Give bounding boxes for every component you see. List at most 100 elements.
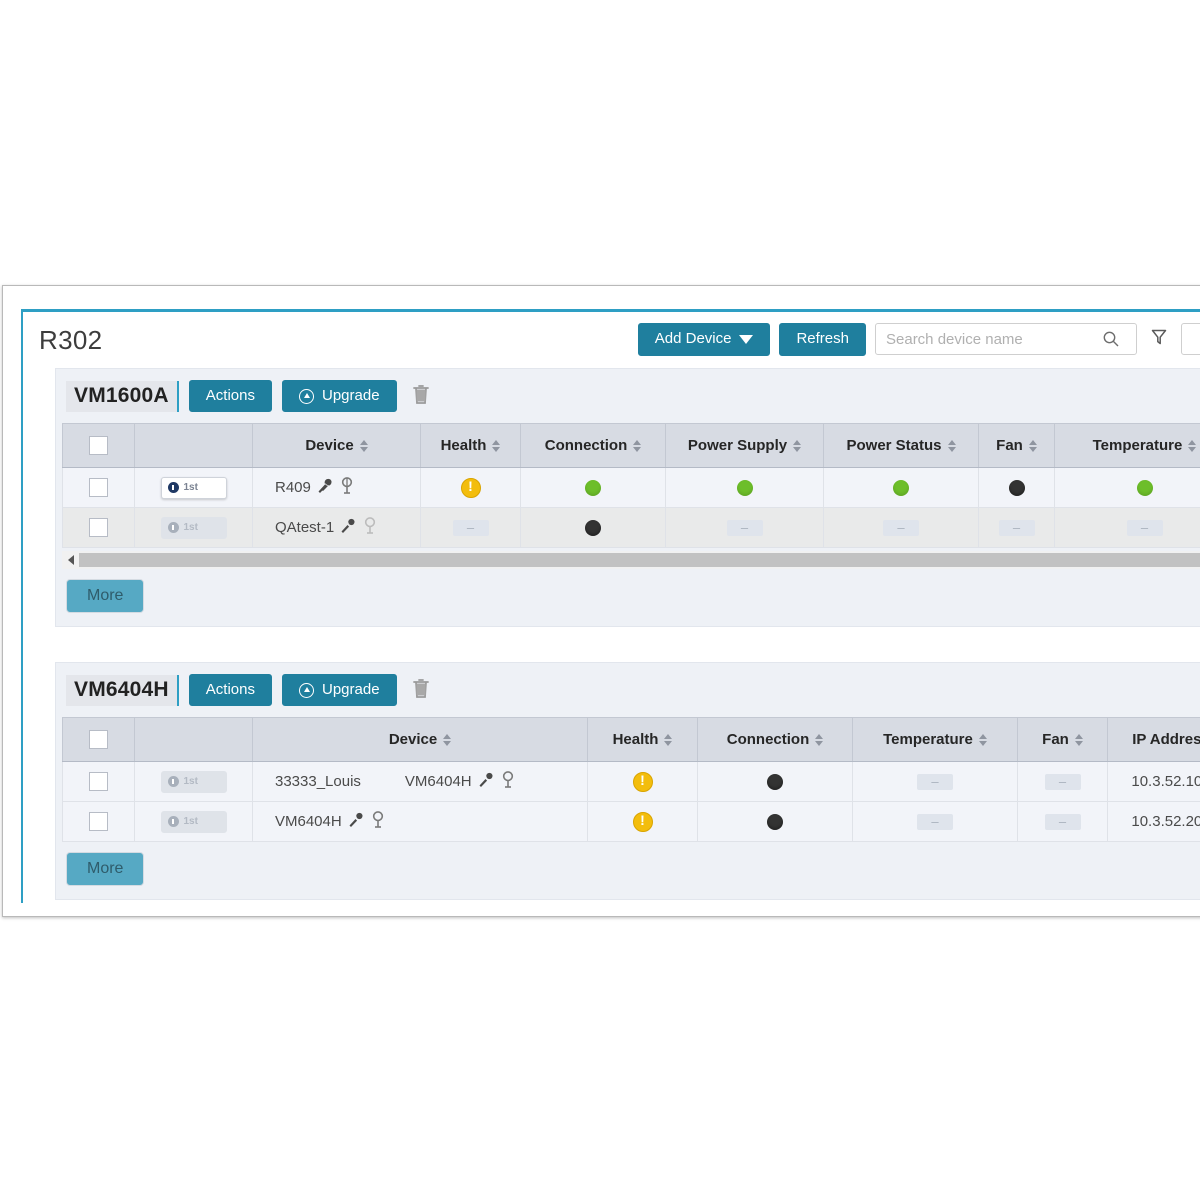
wrench-icon[interactable] <box>348 811 365 832</box>
health-cell: – <box>420 507 521 548</box>
port-badge[interactable]: 1st <box>160 476 227 499</box>
sort-arrows-icon[interactable] <box>947 439 956 452</box>
select-all-header[interactable] <box>62 423 135 468</box>
device-name-cell[interactable]: R409 <box>252 467 421 508</box>
port-badge-label: 1st <box>183 522 198 533</box>
column-header-connection[interactable]: Connection <box>520 423 666 468</box>
scroll-left-arrow-icon[interactable] <box>62 551 79 569</box>
toolbar-overflow-box[interactable] <box>1181 323 1200 356</box>
actions-button[interactable]: Actions <box>188 379 272 413</box>
sort-arrows-icon[interactable] <box>815 733 824 746</box>
more-button[interactable]: More <box>66 579 145 613</box>
network-tree-icon[interactable] <box>501 771 515 792</box>
column-header-temperature[interactable]: Temperature <box>852 717 1018 762</box>
device-cell-inner: R409 <box>261 477 412 498</box>
device-name-cell[interactable]: 33333_Louis VM6404H <box>252 761 588 802</box>
upgrade-button[interactable]: Upgrade <box>282 379 397 413</box>
column-label: Health <box>440 437 487 454</box>
trash-icon[interactable] <box>411 383 431 410</box>
column-header-health[interactable]: Health <box>420 423 521 468</box>
sort-arrows-icon[interactable] <box>664 733 673 746</box>
row-select-cell[interactable] <box>62 507 135 548</box>
device-name-cell[interactable]: QAtest-1 <box>252 507 421 548</box>
sort-arrows-icon[interactable] <box>359 439 368 452</box>
column-header-device[interactable]: Device <box>252 423 421 468</box>
filter-funnel-icon[interactable] <box>1149 327 1169 352</box>
sort-arrows-icon[interactable] <box>1188 439 1197 452</box>
scrollbar-track[interactable] <box>79 553 1200 567</box>
port-badge-cell[interactable]: 1st <box>134 761 253 802</box>
fan-cell: – <box>978 507 1055 548</box>
column-label: Device <box>388 731 438 748</box>
row-select-cell[interactable] <box>62 801 135 842</box>
column-header-device[interactable]: Device <box>252 717 588 762</box>
row-checkbox[interactable] <box>89 772 108 791</box>
row-checkbox[interactable] <box>89 812 108 831</box>
port-badge[interactable]: 1st <box>160 770 227 793</box>
page-title: R302 <box>39 325 103 355</box>
select-all-checkbox[interactable] <box>89 436 108 455</box>
column-label: Health <box>612 731 659 748</box>
column-label: Connection <box>726 731 810 748</box>
actions-button[interactable]: Actions <box>188 673 272 707</box>
search-box[interactable] <box>875 323 1137 356</box>
more-button[interactable]: More <box>66 852 145 886</box>
column-header-temperature[interactable]: Temperature <box>1054 423 1200 468</box>
port-badge-cell[interactable]: 1st <box>134 801 253 842</box>
row-checkbox[interactable] <box>89 478 108 497</box>
horizontal-scrollbar[interactable] <box>62 551 1200 569</box>
table-row[interactable]: 1st QAtest-1 – – – – – <box>62 507 1200 548</box>
column-header-power-status[interactable]: Power Status <box>823 423 979 468</box>
column-header-fan[interactable]: Fan <box>1017 717 1108 762</box>
row-select-cell[interactable] <box>62 761 135 802</box>
power-dot-icon <box>167 816 179 827</box>
port-badge-cell[interactable]: 1st <box>134 507 253 548</box>
column-header-health[interactable]: Health <box>587 717 698 762</box>
sort-arrows-icon[interactable] <box>1074 733 1083 746</box>
upload-circle-icon <box>299 388 314 404</box>
value-not-available: – <box>883 520 919 537</box>
select-all-header[interactable] <box>62 717 135 762</box>
sort-arrows-icon[interactable] <box>633 439 642 452</box>
column-header-power-supply[interactable]: Power Supply <box>665 423 824 468</box>
table-row[interactable]: 1st R409 <box>62 467 1200 508</box>
wrench-icon[interactable] <box>340 517 357 538</box>
sort-arrows-icon[interactable] <box>793 439 802 452</box>
wrench-icon[interactable] <box>317 477 334 498</box>
refresh-button[interactable]: Refresh <box>779 323 866 356</box>
column-header-ip-address[interactable]: IP Address <box>1107 717 1200 762</box>
add-device-button[interactable]: Add Device <box>637 323 771 356</box>
network-tree-icon[interactable] <box>363 517 377 538</box>
column-header-connection[interactable]: Connection <box>697 717 853 762</box>
scrollbar-thumb[interactable] <box>79 553 1200 567</box>
device-table-vm6404h: Device Health Connection Temperature Fan… <box>62 717 1200 842</box>
wrench-icon[interactable] <box>478 771 495 792</box>
select-all-checkbox[interactable] <box>89 730 108 749</box>
table-row[interactable]: 1st 33333_Louis VM6404H ! – – 10.3.52.10 <box>62 761 1200 802</box>
port-badge[interactable]: 1st <box>160 516 227 539</box>
search-icon[interactable] <box>1102 330 1120 348</box>
trash-icon[interactable] <box>411 677 431 704</box>
sort-arrows-icon[interactable] <box>1028 439 1037 452</box>
group-name-label: VM6404H <box>66 674 179 706</box>
power-status-cell <box>823 467 979 508</box>
add-device-label: Add Device <box>654 330 732 347</box>
network-tree-icon[interactable] <box>371 811 385 832</box>
device-management-panel: R302 Add Device Refresh Search device na… <box>21 309 1200 903</box>
row-select-cell[interactable] <box>62 467 135 508</box>
search-input[interactable] <box>886 325 1102 354</box>
sort-arrows-icon[interactable] <box>492 439 501 452</box>
row-checkbox[interactable] <box>89 518 108 537</box>
device-name: VM6404H <box>275 813 342 830</box>
port-badge[interactable]: 1st <box>160 810 227 833</box>
sort-arrows-icon[interactable] <box>978 733 987 746</box>
status-dot-ok <box>893 480 909 497</box>
status-dot-ok <box>585 480 601 497</box>
network-tree-icon[interactable] <box>340 477 354 498</box>
port-badge-cell[interactable]: 1st <box>134 467 253 508</box>
upgrade-button[interactable]: Upgrade <box>282 673 397 707</box>
sort-arrows-icon[interactable] <box>443 733 452 746</box>
table-row[interactable]: 1st VM6404H ! – – 10.3.52.20 <box>62 801 1200 842</box>
column-header-fan[interactable]: Fan <box>978 423 1055 468</box>
device-name-cell[interactable]: VM6404H <box>252 801 588 842</box>
